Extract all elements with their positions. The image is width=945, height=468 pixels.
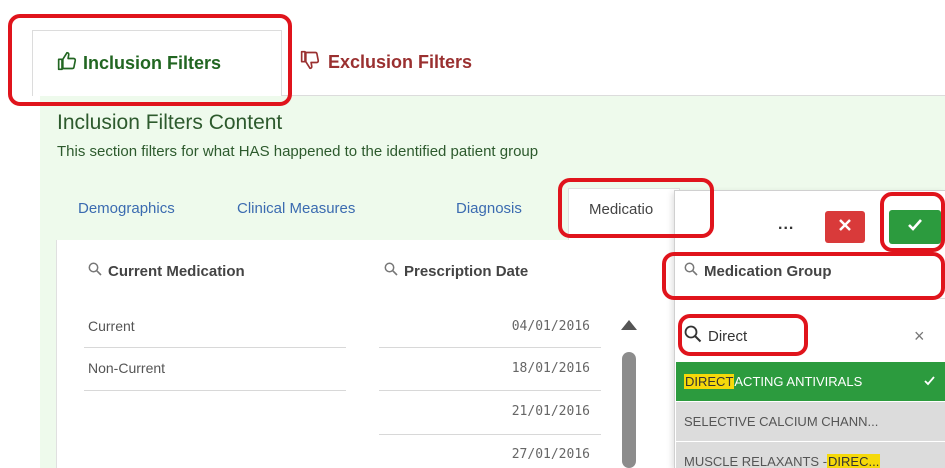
medication-search-box[interactable] <box>684 322 924 350</box>
search-match-highlight: DIREC... <box>827 454 881 468</box>
subtab-medication[interactable]: Medicatio <box>568 188 680 240</box>
subtab-diagnosis[interactable]: Diagnosis <box>456 200 522 217</box>
prescription-date-header[interactable]: Prescription Date <box>384 262 528 280</box>
list-item-selected[interactable]: DIRECT ACTING ANTIVIRALS <box>676 362 945 402</box>
list-item-text: SELECTIVE CALCIUM CHANN... <box>684 414 879 429</box>
search-match-highlight: DIRECT <box>684 374 735 389</box>
cancel-button[interactable] <box>825 211 865 243</box>
subtab-clinical-measures[interactable]: Clinical Measures <box>237 200 355 217</box>
list-item[interactable]: 21/01/2016 <box>380 404 590 419</box>
search-icon <box>684 325 702 348</box>
scroll-up-arrow-icon[interactable] <box>621 320 637 330</box>
tab-exclusion-label: Exclusion Filters <box>328 51 473 72</box>
check-icon <box>924 374 935 389</box>
check-icon <box>907 218 923 237</box>
list-item[interactable]: Current <box>88 318 135 334</box>
list-item[interactable]: 18/01/2016 <box>380 361 590 376</box>
thumbs-up-icon <box>57 51 77 76</box>
close-icon <box>838 218 852 237</box>
list-item[interactable]: 04/01/2016 <box>380 319 590 334</box>
more-options-button[interactable]: ... <box>778 216 794 234</box>
search-icon <box>684 262 698 280</box>
row-divider <box>379 347 601 348</box>
list-item[interactable]: 27/01/2016 <box>380 447 590 462</box>
subtab-demographics[interactable]: Demographics <box>78 200 175 217</box>
tab-inclusion-label: Inclusion Filters <box>83 53 222 73</box>
panel-title: Inclusion Filters Content <box>57 111 283 134</box>
confirm-button[interactable] <box>889 210 941 244</box>
row-divider <box>379 390 601 391</box>
thumbs-down-icon <box>300 50 320 75</box>
list-item-text: ACTING ANTIVIRALS <box>734 374 863 389</box>
scrollbar-thumb[interactable] <box>622 352 636 468</box>
popup-divider <box>676 298 945 299</box>
tab-inclusion-filters[interactable]: Inclusion Filters <box>32 30 282 96</box>
current-medication-label: Current Medication <box>108 262 245 280</box>
medication-group-header: Medication Group <box>684 262 832 280</box>
row-divider <box>84 390 346 391</box>
medication-group-label: Medication Group <box>704 262 832 280</box>
list-item[interactable]: Non-Current <box>88 360 165 376</box>
medication-search-input[interactable] <box>708 327 888 345</box>
row-divider <box>84 347 346 348</box>
list-item-text: MUSCLE RELAXANTS - <box>684 454 828 468</box>
medication-group-list: DIRECT ACTING ANTIVIRALS SELECTIVE CALCI… <box>676 362 945 468</box>
list-item[interactable]: SELECTIVE CALCIUM CHANN... <box>676 402 945 442</box>
row-divider <box>379 434 601 435</box>
panel-subtitle: This section filters for what HAS happen… <box>57 143 539 160</box>
search-icon <box>88 262 102 280</box>
list-item[interactable]: MUSCLE RELAXANTS - DIREC... <box>676 442 945 468</box>
tab-exclusion-filters[interactable]: Exclusion Filters <box>300 42 472 82</box>
prescription-date-label: Prescription Date <box>404 262 529 280</box>
search-icon <box>384 262 398 280</box>
clear-search-icon[interactable]: × <box>914 326 925 347</box>
current-medication-header[interactable]: Current Medication <box>88 262 245 280</box>
